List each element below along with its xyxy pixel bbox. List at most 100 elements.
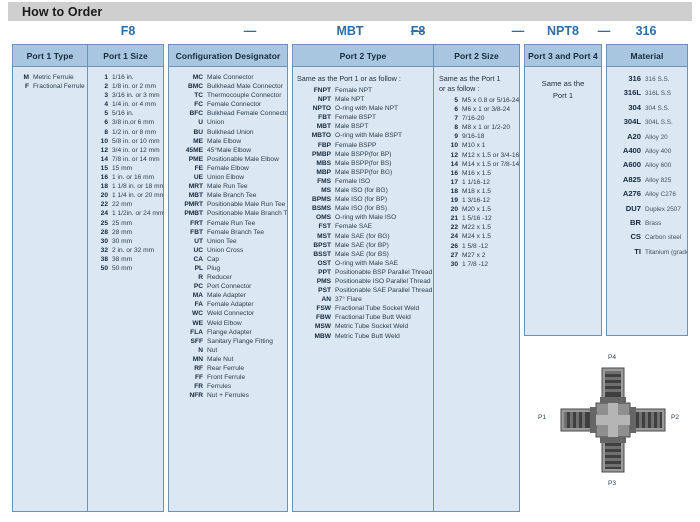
table-row: FA Female Adapter bbox=[171, 301, 287, 308]
row-code: NPTO bbox=[312, 105, 331, 113]
table-block-port2: Port 2 Type Same as the Port 1 or as fol… bbox=[292, 44, 520, 512]
row-code: FBT bbox=[190, 228, 203, 236]
row-description: M20 x 1.5 bbox=[462, 206, 491, 214]
row-description: Female ISO bbox=[335, 177, 371, 185]
column-header-configuration-designator: Configuration Designator bbox=[169, 45, 287, 67]
part-separator-4: — bbox=[597, 24, 611, 38]
row-code: 24 bbox=[450, 233, 458, 241]
table-row: 25 25 mm bbox=[92, 220, 163, 227]
part-separator-3: — bbox=[511, 24, 525, 38]
row-code: 2 bbox=[104, 83, 108, 91]
table-row: 6 M6 x 1 or 3/8-24 bbox=[443, 106, 519, 113]
column-header-material: Material bbox=[607, 45, 687, 67]
row-code: 30 bbox=[100, 237, 108, 245]
row-code: UE bbox=[193, 174, 203, 182]
table-row: 19 1 3/16-12 bbox=[443, 197, 519, 204]
row-description: Alloy 825 bbox=[645, 176, 672, 184]
row-code: FR bbox=[194, 383, 203, 391]
table-row: 30 30 mm bbox=[92, 238, 163, 245]
table-row: FBP Female BSPP bbox=[301, 142, 433, 149]
table-row: MS Male ISO (for BG) bbox=[301, 187, 433, 194]
row-description: Positionable Male Run Tee bbox=[207, 201, 286, 209]
part-separator-1: — bbox=[243, 24, 257, 38]
table-row: A400 Alloy 400 bbox=[609, 146, 687, 155]
table-block-material: Material 316 316 S.S. 316L 316L S.S 304 304 S… bbox=[606, 44, 688, 336]
row-description: Bulkhead Female Connector bbox=[207, 110, 288, 118]
row-code: FNPT bbox=[313, 87, 331, 94]
row-code: AN bbox=[321, 296, 331, 304]
row-description: M10 x 1 bbox=[462, 142, 486, 150]
table-row: BSST Male SAE (for BS) bbox=[301, 251, 433, 258]
table-row: 24 1 1/2in. or 24 mm bbox=[92, 210, 163, 217]
table-row: MSW Metric Tube Socket Weld bbox=[301, 323, 433, 330]
table-row: FNPT Female NPT bbox=[301, 87, 433, 94]
row-code: MSW bbox=[314, 323, 331, 331]
row-description: M6 x 1 or 3/8-24 bbox=[462, 106, 511, 114]
table-row: 18 1 1/8 in. or 18 mm bbox=[92, 183, 163, 190]
row-code: A276 bbox=[622, 189, 641, 199]
row-code: FBT bbox=[318, 114, 331, 122]
row-code: PMBP bbox=[311, 150, 331, 158]
table-row: 5 M5 x 0.8 or 5/16-24 bbox=[443, 97, 519, 104]
row-description: O-ring with Male BSPT bbox=[335, 132, 403, 140]
row-description: Cap bbox=[207, 255, 220, 263]
row-description: Male Run Tee bbox=[207, 183, 248, 191]
row-code: M bbox=[23, 74, 30, 81]
row-code: RF bbox=[194, 365, 203, 372]
row-description: 1/16 in. bbox=[112, 74, 134, 81]
table-row: 45ME 45°Male Elbow bbox=[171, 147, 287, 154]
row-code: U bbox=[198, 119, 203, 127]
row-description: 316 S.S. bbox=[645, 76, 670, 83]
row-description: 2 in. or 32 mm bbox=[112, 246, 155, 254]
row-code: 6 bbox=[104, 119, 108, 127]
table-row: PMBT Positionable Male Branch Tee bbox=[171, 210, 287, 217]
row-description: 37° Flare bbox=[335, 296, 362, 304]
table-row: AN 37° Flare bbox=[301, 296, 433, 303]
row-code: NFR bbox=[189, 392, 203, 400]
table-row: 15 15 mm bbox=[92, 165, 163, 172]
row-code: OMS bbox=[315, 214, 331, 222]
row-code: 9 bbox=[454, 133, 458, 141]
row-code: CA bbox=[193, 255, 203, 263]
row-description: Alloy C276 bbox=[645, 191, 676, 199]
row-code: MS bbox=[321, 187, 331, 195]
table-row: 50 50 mm bbox=[92, 265, 163, 272]
row-code: 30 bbox=[450, 260, 458, 268]
table-row: TI Titanium (grade4) bbox=[609, 247, 687, 256]
row-code: UC bbox=[193, 246, 203, 254]
row-description: Male Connector bbox=[207, 74, 254, 81]
table-row: 8 1/2 in. or 8 mm bbox=[92, 129, 163, 136]
table-row: MBT Male BSPT bbox=[301, 123, 433, 130]
row-code: F bbox=[24, 83, 29, 91]
table-row: M Metric Ferrule bbox=[21, 74, 87, 81]
row-description: Union Cross bbox=[207, 246, 244, 254]
row-description: O-ring with Male NPT bbox=[335, 105, 399, 113]
row-description: Metric Tube Butt Weld bbox=[335, 332, 400, 340]
table-row: 14 7/8 in. or 14 mm bbox=[92, 156, 163, 163]
row-code: 304L bbox=[623, 117, 641, 127]
table-row: 9 9/16-18 bbox=[443, 133, 519, 140]
table-row: BSMS Male ISO (for BS) bbox=[301, 205, 433, 212]
table-row: MA Male Adapter bbox=[171, 292, 287, 299]
row-description: Bulkhead Union bbox=[207, 128, 254, 136]
diagram-label-p4: P4 bbox=[608, 354, 617, 361]
table-row: SFF Sanitary Flange Fitting bbox=[171, 338, 287, 345]
row-code: MBW bbox=[314, 332, 331, 340]
row-code: MBS bbox=[316, 159, 331, 167]
table-row: 12 3/4 in. or 12 mm bbox=[92, 147, 163, 154]
row-description: 3/16 in. or 3 mm bbox=[112, 92, 160, 100]
column-port1-type: Port 1 Type M Metric Ferrule F Fractional F… bbox=[13, 45, 87, 511]
row-code: FBP bbox=[317, 141, 331, 149]
row-code: MN bbox=[192, 355, 203, 363]
row-code: FST bbox=[318, 223, 331, 231]
row-code: 17 bbox=[450, 178, 458, 186]
table-row: UC Union Cross bbox=[171, 247, 287, 254]
list-port2-size: 5 M5 x 0.8 or 5/16-24 6 M6 x 1 or 3/8-24 7 7/… bbox=[439, 97, 519, 268]
part-code-port2: F8 bbox=[410, 24, 426, 38]
row-description: Titanium (grade4) bbox=[645, 248, 687, 256]
row-code: R bbox=[198, 274, 203, 282]
row-description: Male Elbow bbox=[207, 137, 242, 145]
row-description: Fractional Ferrule bbox=[33, 83, 85, 91]
table-row: 304 304 S.S. bbox=[609, 103, 687, 112]
table-row: FBW Fractional Tube Butt Weld bbox=[301, 314, 433, 321]
